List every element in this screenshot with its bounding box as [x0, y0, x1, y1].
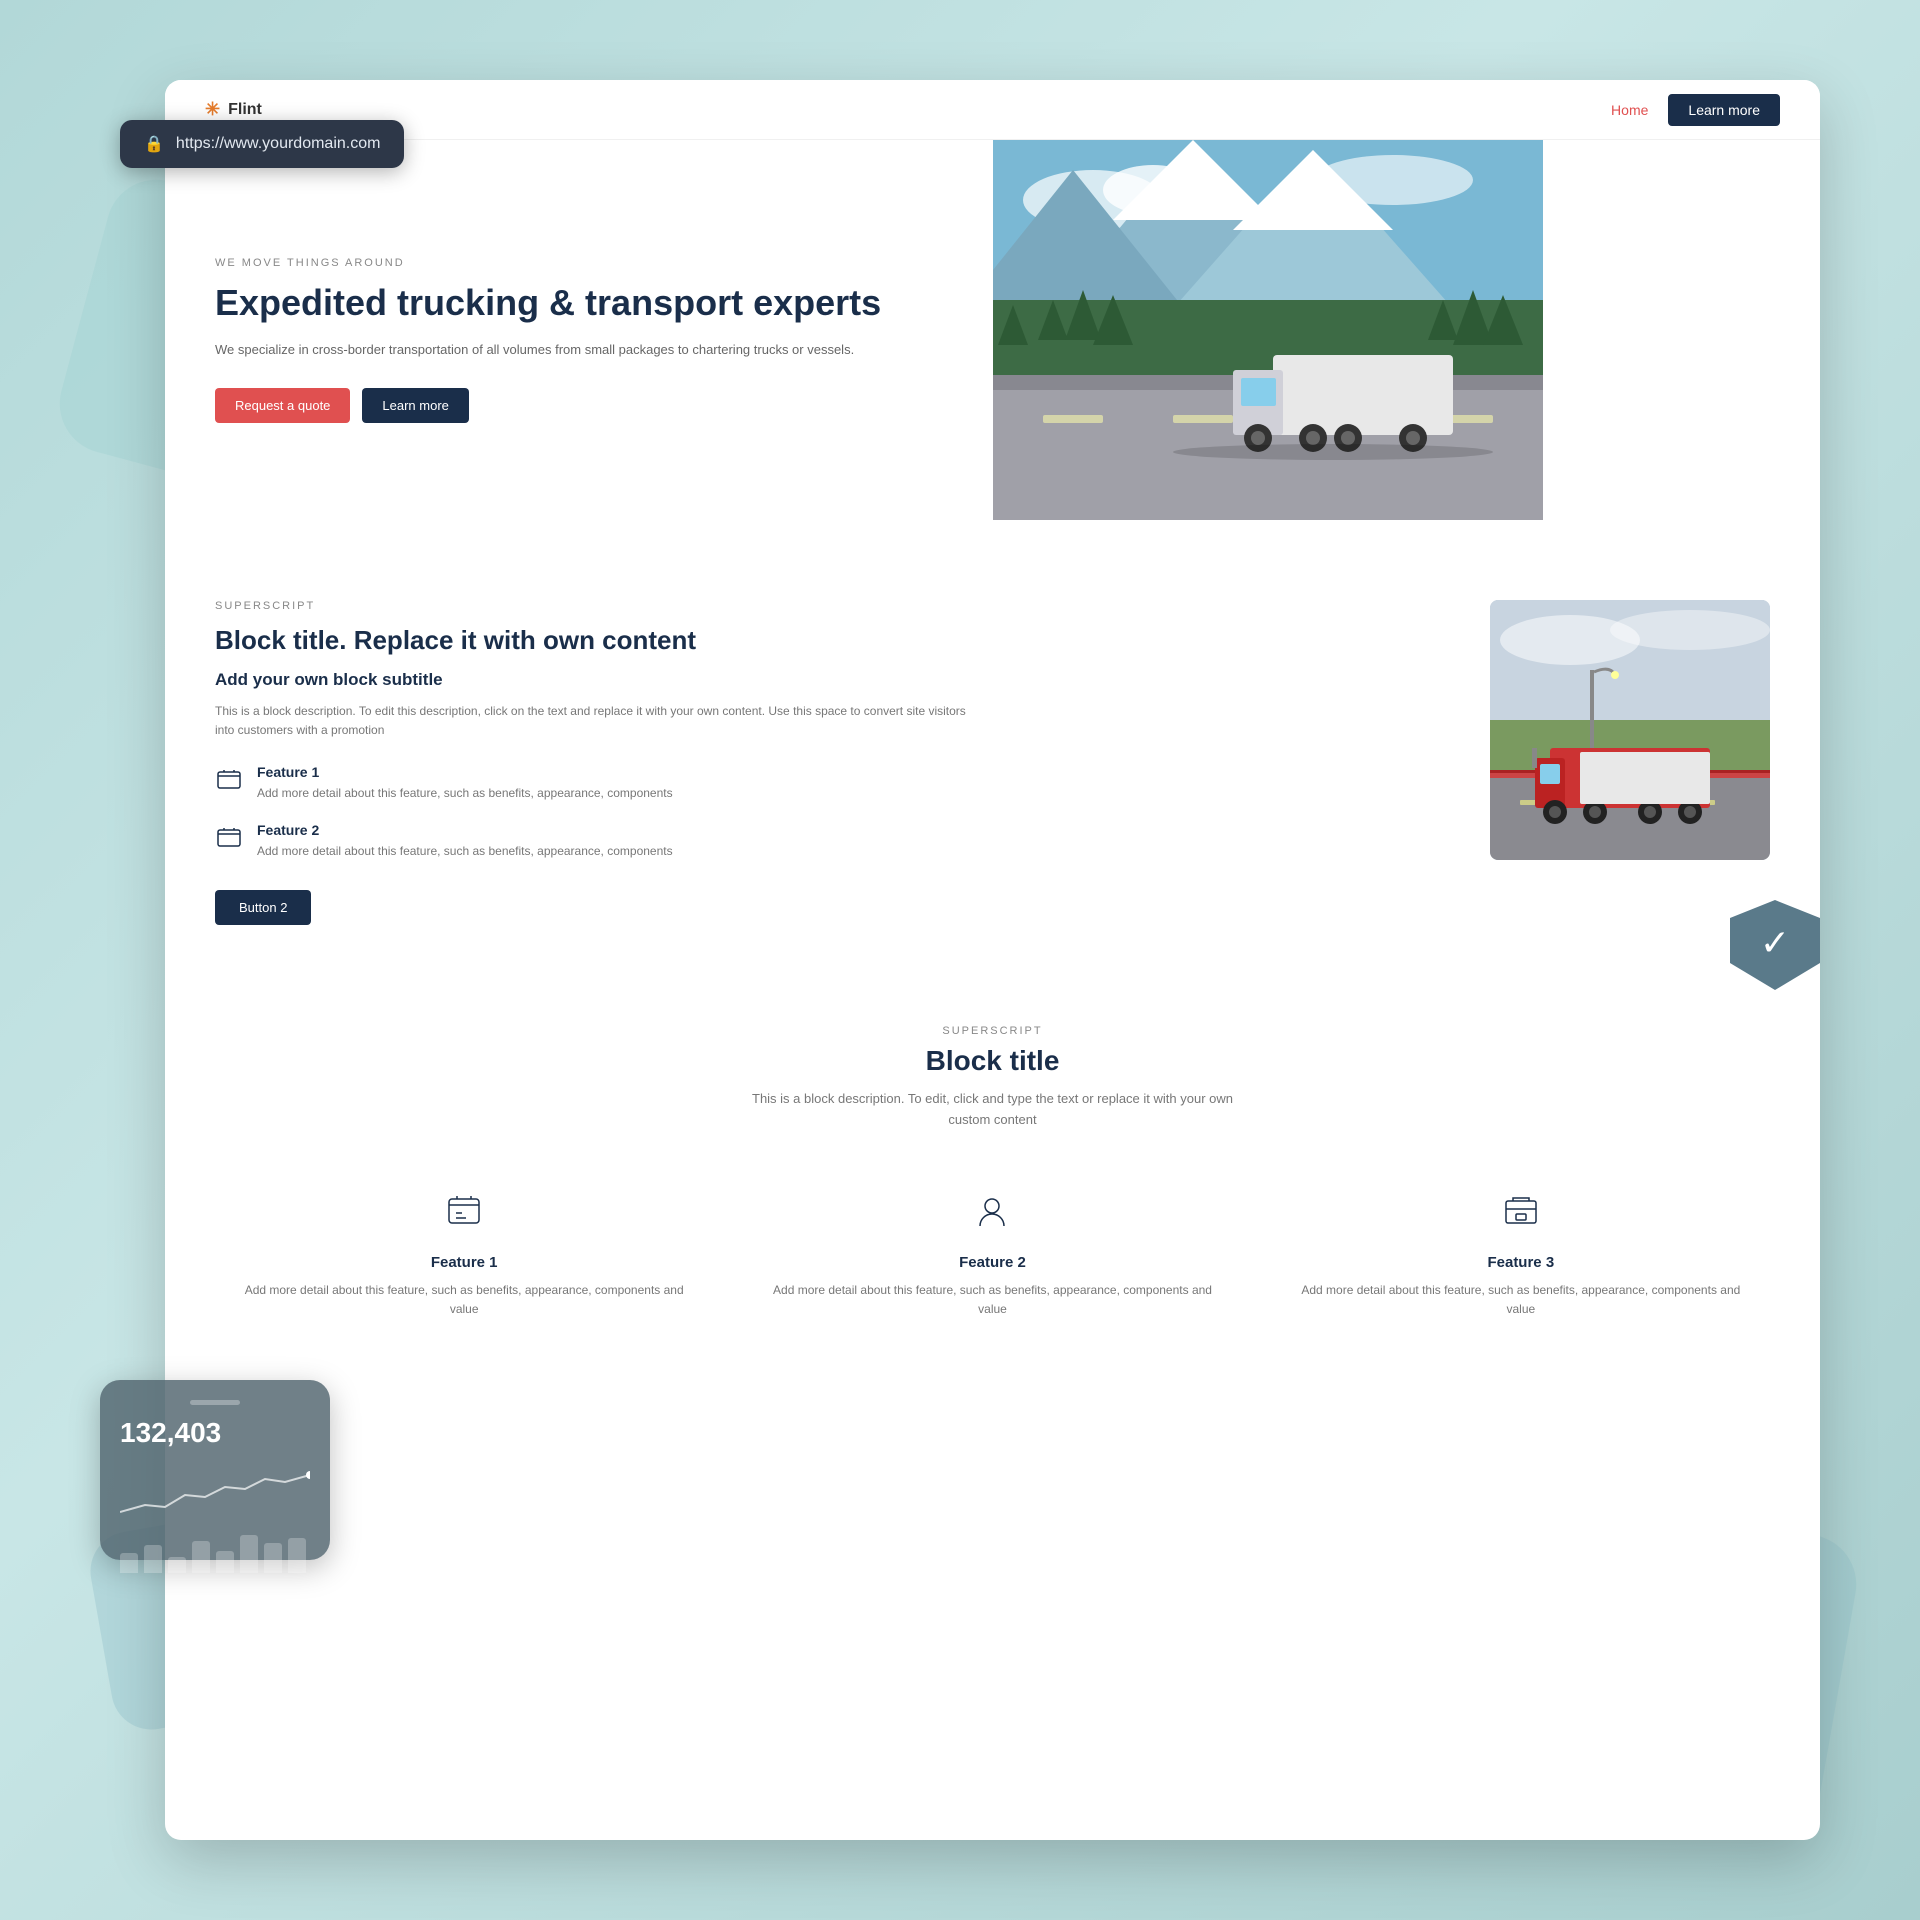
- feature-1-title: Feature 1: [257, 764, 673, 780]
- feature-card-1-icon: [235, 1191, 693, 1240]
- feature-1-icon: [215, 766, 243, 801]
- drag-handle: [190, 1400, 240, 1405]
- stats-widget: 132,403: [100, 1380, 330, 1560]
- hero-image: [993, 140, 1543, 520]
- feature-card-1-desc: Add more detail about this feature, such…: [235, 1281, 693, 1319]
- features-description: This is a block description. To edit, cl…: [743, 1089, 1243, 1131]
- url-bar[interactable]: 🔒 https://www.yourdomain.com: [120, 120, 404, 168]
- hero-description: We specialize in cross-border transporta…: [215, 340, 943, 361]
- feature-item-1: Feature 1 Add more detail about this fea…: [215, 764, 973, 802]
- hero-left: WE MOVE THINGS AROUND Expedited trucking…: [165, 140, 993, 540]
- features-grid: Feature 1 Add more detail about this fea…: [215, 1171, 1770, 1339]
- hero-learn-more-button[interactable]: Learn more: [362, 388, 468, 423]
- feature-2-text: Feature 2 Add more detail about this fea…: [257, 822, 673, 860]
- hero-superscript: WE MOVE THINGS AROUND: [215, 257, 943, 269]
- checkmark-icon: ✓: [1760, 922, 1790, 964]
- lock-icon: 🔒: [144, 134, 164, 154]
- nav-learn-more-button[interactable]: Learn more: [1668, 94, 1780, 126]
- block-title: Block title. Replace it with own content: [215, 624, 973, 658]
- feature-item-2: Feature 2 Add more detail about this fea…: [215, 822, 973, 860]
- block-superscript: SUPERSCRIPT: [215, 600, 973, 612]
- block-button[interactable]: Button 2: [215, 890, 311, 925]
- browser-window: ✳ Flint Home Learn more WE MOVE THINGS A…: [165, 80, 1820, 1840]
- url-text: https://www.yourdomain.com: [176, 135, 381, 153]
- hero-buttons: Request a quote Learn more: [215, 388, 943, 423]
- hero-right: [993, 140, 1821, 540]
- truck-image-container: [1490, 600, 1770, 860]
- block-section: SUPERSCRIPT Block title. Replace it with…: [165, 540, 1820, 985]
- sun-icon: ✳: [205, 99, 220, 120]
- block-right: [1013, 600, 1771, 860]
- logo-text: Flint: [228, 101, 262, 119]
- feature-2-desc: Add more detail about this feature, such…: [257, 842, 673, 860]
- feature-card-1-title: Feature 1: [235, 1254, 693, 1271]
- feature-card-3-desc: Add more detail about this feature, such…: [1292, 1281, 1750, 1319]
- truck-scene-image: [1490, 600, 1770, 860]
- feature-1-desc: Add more detail about this feature, such…: [257, 784, 673, 802]
- block-left: SUPERSCRIPT Block title. Replace it with…: [215, 600, 973, 925]
- features-title: Block title: [215, 1045, 1770, 1077]
- feature-card-2-title: Feature 2: [763, 1254, 1221, 1271]
- features-section: SUPERSCRIPT Block title This is a block …: [165, 985, 1820, 1399]
- feature-card-3: Feature 3 Add more detail about this fea…: [1272, 1171, 1770, 1339]
- feature-1-text: Feature 1 Add more detail about this fea…: [257, 764, 673, 802]
- hero-section: WE MOVE THINGS AROUND Expedited trucking…: [165, 140, 1820, 540]
- features-superscript: SUPERSCRIPT: [215, 1025, 1770, 1037]
- home-link[interactable]: Home: [1611, 102, 1648, 118]
- feature-card-3-title: Feature 3: [1292, 1254, 1750, 1271]
- hero-title: Expedited trucking & transport experts: [215, 281, 943, 324]
- nav-links: Home Learn more: [1611, 94, 1780, 126]
- chart-svg: [120, 1467, 310, 1522]
- feature-card-2-icon: [763, 1191, 1221, 1240]
- nav-logo: ✳ Flint: [205, 99, 262, 120]
- feature-card-3-icon: [1292, 1191, 1750, 1240]
- feature-2-icon: [215, 824, 243, 859]
- block-subtitle: Add your own block subtitle: [215, 670, 973, 690]
- block-description: This is a block description. To edit thi…: [215, 702, 973, 740]
- feature-2-title: Feature 2: [257, 822, 673, 838]
- nav-bar: ✳ Flint Home Learn more: [165, 80, 1820, 140]
- feature-card-2: Feature 2 Add more detail about this fea…: [743, 1171, 1241, 1339]
- feature-card-2-desc: Add more detail about this feature, such…: [763, 1281, 1221, 1319]
- chart-bars: [120, 1535, 310, 1573]
- stat-number: 132,403: [120, 1417, 310, 1449]
- feature-card-1: Feature 1 Add more detail about this fea…: [215, 1171, 713, 1339]
- request-quote-button[interactable]: Request a quote: [215, 388, 350, 423]
